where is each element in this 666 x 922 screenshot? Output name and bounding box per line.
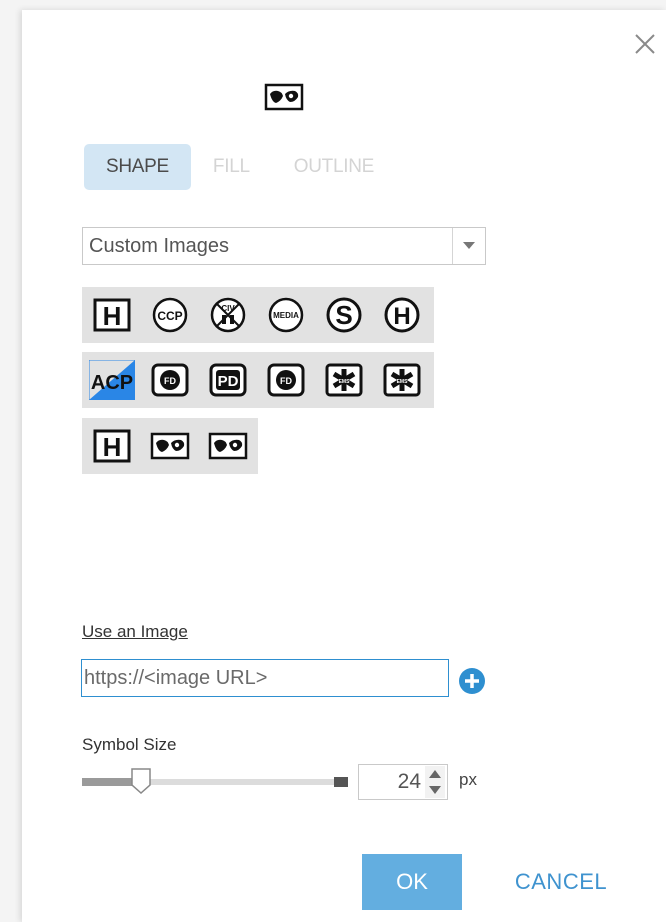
pd-icon: PD — [209, 363, 247, 397]
symbol-media[interactable]: MEDIA — [262, 287, 310, 343]
tab-outline[interactable]: OUTLINE — [272, 144, 396, 190]
ok-button[interactable]: OK — [362, 854, 462, 910]
add-image-icon[interactable] — [458, 667, 486, 695]
svg-text:EMS: EMS — [339, 379, 351, 385]
decrement-arrow-icon[interactable] — [425, 782, 445, 798]
star-of-life-icon: EMS — [383, 363, 421, 397]
mask-icon — [208, 432, 248, 460]
svg-text:ACP: ACP — [91, 372, 133, 394]
cancel-button[interactable]: CANCEL — [496, 854, 626, 910]
h-circle-icon: H — [384, 297, 420, 333]
dropdown-toggle[interactable] — [452, 228, 485, 264]
symbol-fd-2[interactable]: FD — [262, 352, 310, 408]
symbol-hospital-h[interactable]: H — [88, 287, 136, 343]
media-icon: MEDIA — [268, 297, 304, 333]
close-icon[interactable] — [632, 31, 658, 57]
star-of-life-icon: EMS — [325, 363, 363, 397]
fd-icon: FD — [151, 363, 189, 397]
svg-text:H: H — [103, 432, 122, 462]
fd-icon: FD — [267, 363, 305, 397]
symbol-ems-2[interactable]: EMS — [378, 352, 426, 408]
hospital-h-icon: H — [93, 429, 131, 463]
use-image-link[interactable]: Use an Image — [82, 622, 188, 642]
symbol-size-spinner — [358, 764, 448, 800]
symbol-pd[interactable]: PD — [204, 352, 252, 408]
symbol-h-circle[interactable]: H — [378, 287, 426, 343]
svg-text:FD: FD — [280, 376, 292, 386]
symbol-size-slider-thumb[interactable] — [130, 767, 152, 795]
symbol-row-1: H CCP CIV MEDIA S H — [82, 287, 434, 343]
tab-shape[interactable]: SHAPE — [84, 144, 191, 190]
symbol-row-3: H — [82, 418, 258, 474]
symbol-size-input[interactable] — [371, 765, 421, 799]
symbol-set-value: Custom Images — [89, 235, 230, 257]
tab-bar: SHAPE FILL OUTLINE — [84, 144, 396, 190]
mask-icon — [150, 432, 190, 460]
image-url-input[interactable] — [81, 659, 449, 697]
tab-fill[interactable]: FILL — [191, 144, 272, 190]
symbol-mask[interactable] — [146, 418, 194, 474]
symbol-ems[interactable]: EMS — [320, 352, 368, 408]
svg-text:S: S — [335, 300, 352, 330]
symbol-mask-2[interactable] — [204, 418, 252, 474]
symbol-size-label: Symbol Size — [82, 735, 177, 754]
slider-max-cap — [334, 777, 348, 787]
svg-text:H: H — [103, 301, 122, 331]
symbol-row-2: ACP FD PD FD EMS EMS — [82, 352, 434, 408]
symbol-hospital-h-2[interactable]: H — [88, 418, 136, 474]
svg-text:H: H — [393, 303, 410, 330]
svg-text:PD: PD — [218, 373, 239, 390]
symbol-set-dropdown[interactable]: Custom Images — [82, 227, 486, 265]
svg-text:MEDIA: MEDIA — [273, 311, 299, 320]
symbol-fd[interactable]: FD — [146, 352, 194, 408]
svg-text:EMS: EMS — [397, 379, 409, 385]
svg-text:CIV: CIV — [221, 304, 235, 313]
svg-text:CCP: CCP — [157, 309, 182, 323]
symbol-ccp[interactable]: CCP — [146, 287, 194, 343]
ccp-icon: CCP — [152, 297, 188, 333]
symbol-civ[interactable]: CIV — [204, 287, 252, 343]
hospital-h-icon: H — [93, 298, 131, 332]
symbol-s-circle[interactable]: S — [320, 287, 368, 343]
symbol-acp[interactable]: ACP — [88, 352, 136, 408]
svg-text:FD: FD — [164, 376, 176, 386]
s-circle-icon: S — [326, 297, 362, 333]
civ-icon: CIV — [210, 297, 246, 333]
chevron-down-icon — [463, 242, 475, 249]
increment-arrow-icon[interactable] — [425, 766, 445, 782]
symbol-preview-mask-icon — [264, 83, 304, 111]
size-unit-label: px — [459, 770, 477, 789]
acp-icon: ACP — [89, 360, 135, 400]
